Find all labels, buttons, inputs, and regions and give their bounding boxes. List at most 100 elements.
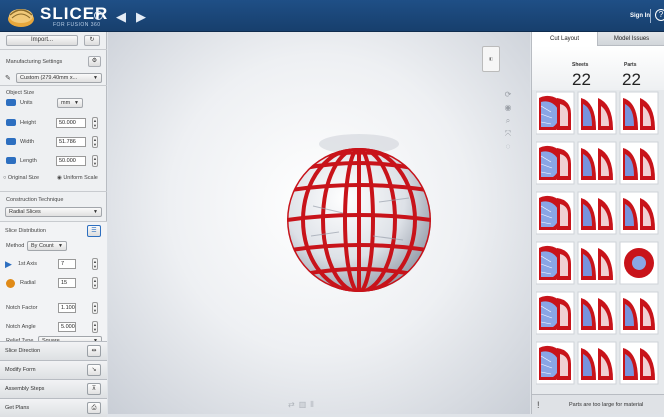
sheet-thumbnail[interactable] — [535, 141, 575, 185]
zoom-icon[interactable]: ⌕ — [501, 116, 515, 129]
method-label: Method — [6, 243, 25, 249]
radial-icon — [6, 279, 15, 288]
assembly-steps-icon[interactable]: ⊼ — [87, 383, 101, 395]
sheet-thumbnail[interactable] — [577, 91, 617, 135]
radial-field[interactable]: 15 — [58, 278, 76, 288]
sheet-thumbnail[interactable] — [619, 141, 659, 185]
sheets-label: Sheets — [572, 62, 589, 68]
redo-icon[interactable]: ▶ — [136, 9, 146, 25]
radial-label: Radial — [20, 280, 36, 286]
cut-layout-sheets — [535, 90, 664, 390]
sheet-thumbnail[interactable] — [619, 291, 659, 335]
radial-stepper[interactable]: ▲ ▼ — [92, 277, 98, 289]
sheet-thumbnail[interactable] — [619, 91, 659, 135]
list-icon[interactable]: ☰ — [87, 225, 101, 237]
sheet-thumbnail[interactable] — [577, 291, 617, 335]
sliced-sphere-model — [287, 134, 431, 292]
manufacturing-preset-select[interactable]: Custom (279.40mm x... ▼ — [16, 73, 102, 83]
slice-direction-item[interactable]: Slice Direction ⇹ — [0, 341, 107, 360]
construction-section: Construction Technique Radial Slices ▼ — [0, 191, 107, 221]
sheet-thumbnail[interactable] — [535, 241, 575, 285]
manufacturing-settings-label: Manufacturing Settings — [6, 59, 63, 65]
slice-distribution-label: Slice Distribution — [5, 228, 46, 234]
tab-model-issues[interactable]: Model Issues — [598, 32, 664, 46]
sheet-thumbnail[interactable] — [535, 91, 575, 135]
notch-angle-stepper[interactable]: ▲ ▼ — [92, 321, 98, 333]
sheet-thumbnail[interactable] — [619, 341, 659, 385]
sheet-thumbnail[interactable] — [577, 241, 617, 285]
width-icon — [6, 138, 16, 145]
assembly-steps-item[interactable]: Assembly Steps ⊼ — [0, 379, 107, 398]
units-select[interactable]: mm ▼ — [57, 98, 83, 108]
first-axis-label: 1st Axis — [18, 261, 37, 267]
length-stepper[interactable]: ▲ ▼ — [92, 155, 98, 167]
warning-message: Parts are too large for material — [569, 402, 644, 408]
slice-direction-icon[interactable]: ⇹ — [87, 345, 101, 357]
construction-technique-label: Construction Technique — [6, 197, 64, 203]
modify-form-icon[interactable]: ↘ — [87, 364, 101, 376]
first-axis-stepper[interactable]: ▲ ▼ — [92, 258, 98, 270]
sign-in-link[interactable]: Sign In — [630, 13, 650, 19]
chevron-down-icon: ▼ — [74, 100, 79, 106]
uniform-scale-radio[interactable]: ◉ Uniform Scale — [57, 175, 98, 181]
model-viewport[interactable]: ◧ ⟳ ◉ ⌕ ⤧ ◌ ⇄▥⦀ — [108, 32, 538, 414]
fit-icon[interactable]: ⤧ — [501, 129, 515, 142]
sheet-thumbnail[interactable] — [535, 341, 575, 385]
sheet-thumbnail[interactable] — [577, 191, 617, 235]
sheet-thumbnail[interactable] — [619, 191, 659, 235]
sheets-count: 22 — [572, 70, 591, 89]
height-stepper[interactable]: ▲ ▼ — [92, 117, 98, 129]
settings-gear-icon[interactable]: ⚙ — [88, 56, 101, 67]
right-panel: Cut Layout Model Issues Sheets 22 Parts … — [531, 32, 664, 414]
counts-header: Sheets 22 Parts 22 — [532, 46, 664, 90]
left-panel: Import... ↻ Manufacturing Settings ⚙ ✎ C… — [0, 32, 107, 417]
tab-cut-layout[interactable]: Cut Layout — [532, 32, 598, 46]
display-icon[interactable]: ◌ — [501, 142, 515, 155]
sheet-thumbnail[interactable] — [577, 341, 617, 385]
original-size-radio[interactable]: ○ Original Size — [3, 175, 39, 181]
notch-factor-label: Notch Factor — [6, 305, 38, 311]
undo-icon[interactable]: ◀ — [116, 9, 126, 25]
first-axis-icon: ▶ — [5, 259, 12, 269]
divider — [650, 9, 651, 23]
view-tools: ⟳ ◉ ⌕ ⤧ ◌ — [501, 90, 515, 155]
sheet-grid — [535, 91, 659, 385]
width-field[interactable]: 51.786 — [56, 137, 86, 147]
notch-factor-stepper[interactable]: ▲ ▼ — [92, 302, 98, 314]
modify-form-item[interactable]: Modify Form ↘ — [0, 360, 107, 379]
parts-label: Parts — [624, 62, 637, 68]
width-stepper[interactable]: ▲ ▼ — [92, 136, 98, 148]
chevron-down-icon: ▼ — [58, 243, 63, 249]
length-icon — [6, 157, 16, 164]
slicer-logo — [8, 9, 34, 27]
help-icon[interactable]: ? — [655, 9, 664, 21]
import-button[interactable]: Import... — [6, 35, 78, 46]
top-bar: SLICER FOR FUSION 360 ▾ ◀ ▶ Sign In ? — [0, 0, 664, 32]
refresh-icon[interactable]: ↻ — [84, 35, 100, 46]
sheet-thumbnail[interactable] — [619, 241, 659, 285]
construction-technique-select[interactable]: Radial Slices ▼ — [5, 207, 102, 217]
get-plans-icon[interactable]: ⎙ — [87, 402, 101, 414]
orbit-icon[interactable]: ⟳ — [501, 90, 515, 103]
warning-icon: ! — [537, 400, 540, 410]
pencil-icon[interactable]: ✎ — [5, 74, 11, 82]
warning-bar: ! Parts are too large for material — [532, 394, 664, 414]
method-select[interactable]: By Count ▼ — [27, 241, 67, 251]
get-plans-item[interactable]: Get Plans ⎙ — [0, 398, 107, 417]
object-size-label: Object Size — [6, 90, 35, 96]
height-field[interactable]: 50.000 — [56, 118, 86, 128]
length-field[interactable]: 50.000 — [56, 156, 86, 166]
app-menu-icon[interactable]: ▾ — [94, 11, 103, 20]
notch-angle-field[interactable]: 5.000 — [58, 322, 76, 332]
notch-factor-field[interactable]: 1.100 — [58, 303, 76, 313]
view-cube-icon[interactable]: ◧ — [482, 46, 500, 72]
look-icon[interactable]: ◉ — [501, 103, 515, 116]
width-label: Width — [20, 139, 35, 145]
sheet-thumbnail[interactable] — [535, 191, 575, 235]
object-size-section: Object Size Units mm ▼ Height 50.000 ▲ ▼ W… — [0, 85, 107, 191]
sheet-thumbnail[interactable] — [577, 141, 617, 185]
first-axis-field[interactable]: 7 — [58, 259, 76, 269]
sheet-thumbnail[interactable] — [535, 291, 575, 335]
slice-distribution-section: Slice Distribution ☰ Method By Count ▼ ▶ … — [0, 221, 107, 346]
notch-angle-label: Notch Angle — [6, 324, 36, 330]
